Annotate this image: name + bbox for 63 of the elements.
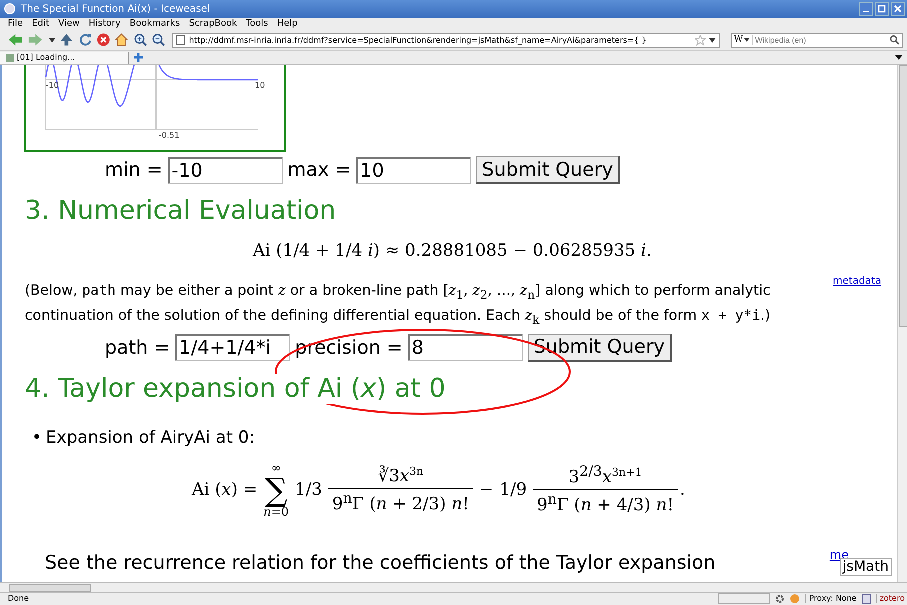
address-bar[interactable]: http://ddmf.msr-inria.inria.fr/ddmf?service=SpecialFunction&rendering=jsMath&sf_name=AiryAi&parameters={ }	[172, 32, 720, 48]
menu-item[interactable]: ScrapBook	[189, 19, 238, 29]
maximize-button[interactable]	[875, 2, 889, 16]
submit-button[interactable]: Submit Query	[476, 156, 620, 184]
proxy-status[interactable]: Proxy: None	[805, 594, 857, 603]
section-heading: 3. Numerical Evaluation	[25, 196, 338, 226]
zotero-button[interactable]: zotero	[876, 594, 905, 603]
dropdown-icon	[744, 38, 750, 42]
page-icon	[176, 35, 186, 45]
menu-item[interactable]: View	[58, 19, 80, 29]
status-text: Done	[8, 594, 30, 603]
tab-list-icon[interactable]	[895, 55, 903, 60]
input-field[interactable]: 1/4+1/4*i	[175, 334, 290, 362]
zoom-out-icon[interactable]	[152, 33, 166, 47]
input-field[interactable]: 10	[356, 156, 472, 184]
close-button[interactable]	[891, 2, 905, 16]
field-label: path =	[105, 336, 170, 359]
axis-label: -0.51	[159, 131, 180, 140]
maximize-icon	[878, 5, 886, 13]
field-label: precision =	[295, 336, 403, 359]
home-icon[interactable]	[115, 33, 129, 47]
section-heading: 4. Taylor expansion of Ai (x) at 0	[25, 374, 447, 404]
dropdown-icon[interactable]	[48, 38, 56, 42]
search-field[interactable]: W Wikipedia (en)	[730, 32, 903, 48]
back-icon[interactable]	[8, 33, 24, 47]
reload-icon[interactable]	[78, 33, 92, 47]
metadata-link[interactable]: metadata	[833, 276, 882, 287]
list-item: Expansion of AiryAi at 0:	[46, 428, 255, 448]
paragraph: See the recurrence relation for the coefficients of the Taylor expansion	[45, 552, 716, 574]
new-tab-icon[interactable]	[133, 52, 144, 63]
gear-icon[interactable]	[775, 594, 786, 604]
menu-item[interactable]: Edit	[32, 19, 50, 29]
zoom-in-icon[interactable]	[134, 33, 147, 47]
math-formula: Ai (1/4 + 1/4 i) ≈ 0.28881085 − 0.06285935 i.	[253, 241, 653, 261]
field-label: min =	[105, 159, 163, 181]
up-arrow-icon[interactable]	[60, 33, 74, 47]
menu-item[interactable]: Help	[277, 19, 298, 29]
browser-tab[interactable]: [01] Loading...	[0, 52, 129, 64]
document-icon[interactable]	[862, 594, 871, 604]
star-icon[interactable]	[694, 34, 706, 46]
vertical-scrollbar[interactable]	[897, 65, 907, 582]
menu-item[interactable]: Tools	[246, 19, 268, 29]
paragraph: (Below, path may be either a point z or a broken-line path [z$_{1}$, z$_{2}$, …, z$_{n}$] along which to perform analytic continuation of the solution of the defining differential equation. Each z$_{k}$ should be of the form x + y*i.)	[25, 282, 772, 329]
close-icon	[894, 5, 902, 13]
jsmath-badge[interactable]: jsMath	[840, 558, 892, 576]
axis-label: 10	[255, 81, 266, 90]
search-icon[interactable]	[890, 35, 900, 45]
window-title: The Special Function Ai(x) - Iceweasel	[21, 4, 210, 14]
page-icon	[6, 54, 14, 62]
minimize-button[interactable]	[859, 2, 873, 16]
bullet-mark: •	[32, 428, 42, 448]
horizontal-scrollbar[interactable]	[0, 582, 907, 592]
field-label: max =	[288, 159, 352, 181]
browser-icon	[4, 3, 16, 15]
input-field[interactable]: -10	[168, 156, 283, 184]
menu-item[interactable]: History	[88, 19, 121, 29]
math-formula: Ai (x) = ∞ ∑ n=0 1/3 ∛3x$^{3n}$ 9$^{n}$Γ (n + 2/3) n! − 1/9 3$^{2/3}$x$^{3n+1}$ 9$^{n}$Γ (n + 4/3) n! .	[192, 460, 686, 521]
stop-icon[interactable]	[96, 33, 110, 47]
dropdown-icon[interactable]	[708, 38, 716, 42]
status-field	[718, 593, 770, 604]
input-field[interactable]: 8	[408, 334, 523, 362]
menu-item[interactable]: File	[8, 19, 24, 29]
menu-item[interactable]: Bookmarks	[130, 19, 180, 29]
